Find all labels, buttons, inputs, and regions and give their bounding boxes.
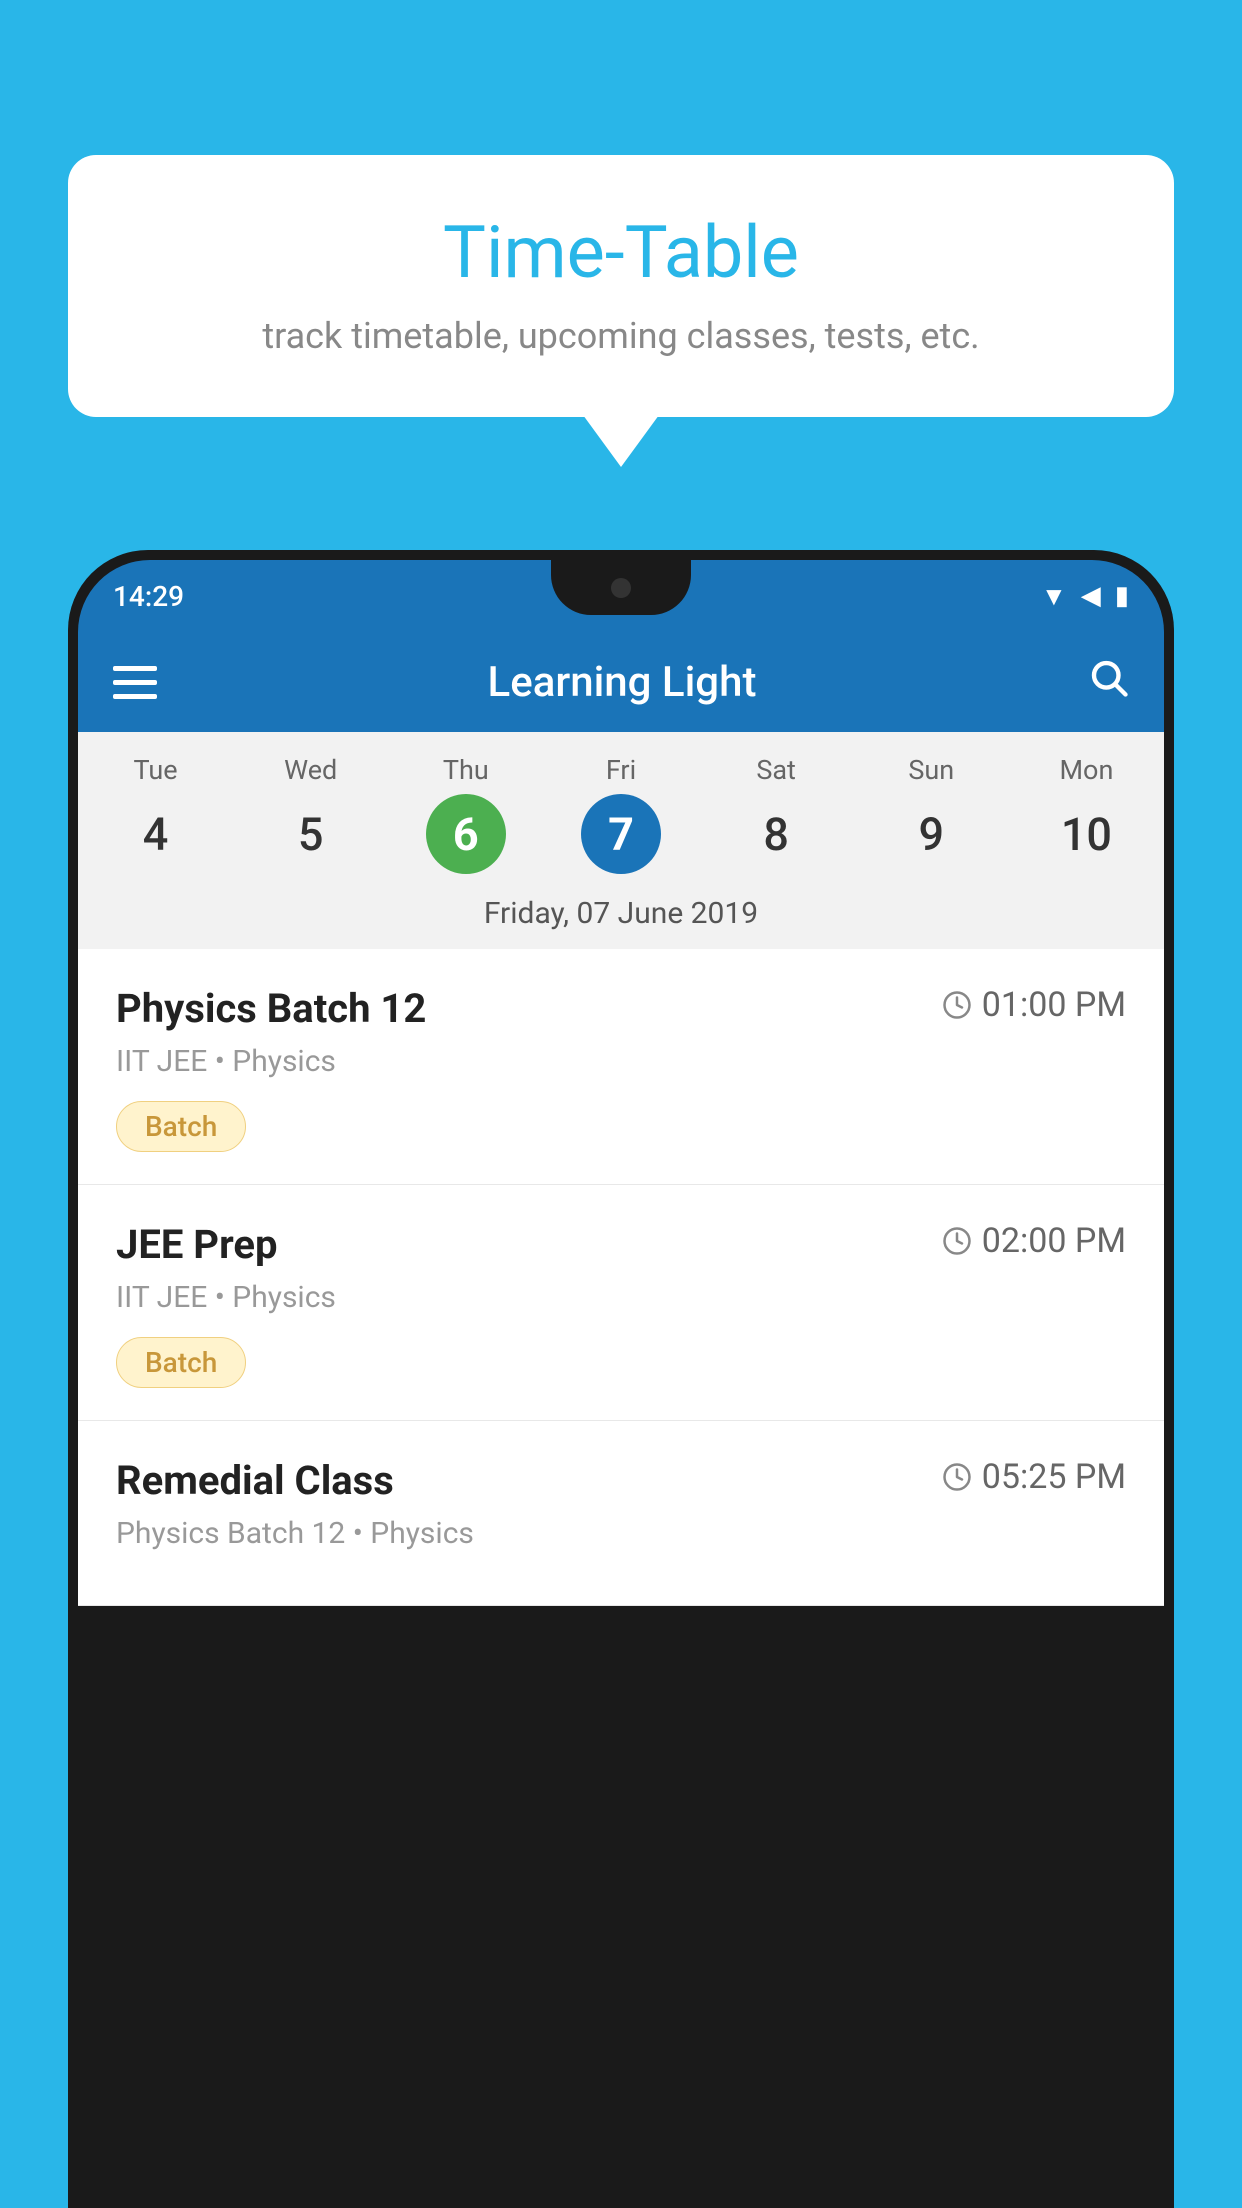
class-meta: IIT JEE • Physics <box>116 1280 1126 1315</box>
tooltip-card: Time-Table track timetable, upcoming cla… <box>68 155 1174 417</box>
calendar-day-7[interactable]: Fri 7 <box>543 754 698 874</box>
phone-inner: 14:29 ▼ ◀ ▮ Learning Light <box>78 560 1164 2208</box>
day-number: 4 <box>116 794 196 874</box>
tooltip-title: Time-Table <box>128 210 1114 295</box>
search-button[interactable] <box>1087 656 1129 709</box>
phone-frame: 14:29 ▼ ◀ ▮ Learning Light <box>68 550 1174 2208</box>
signal-icon: ◀ <box>1081 581 1101 611</box>
notch <box>551 560 691 615</box>
selected-date-label: Friday, 07 June 2019 <box>78 882 1164 949</box>
hamburger-menu-icon[interactable] <box>113 666 157 699</box>
class-time: 01:00 PM <box>942 985 1126 1025</box>
calendar-day-9[interactable]: Sun 9 <box>854 754 1009 874</box>
day-number: 9 <box>891 794 971 874</box>
class-name: JEE Prep <box>116 1221 277 1268</box>
clock-icon <box>942 1226 972 1256</box>
day-name: Sun <box>854 754 1009 786</box>
day-number: 5 <box>271 794 351 874</box>
camera-dot <box>611 578 631 598</box>
app-bar: Learning Light <box>78 632 1164 732</box>
battery-icon: ▮ <box>1115 581 1129 611</box>
app-title: Learning Light <box>488 658 757 707</box>
class-meta: IIT JEE • Physics <box>116 1044 1126 1079</box>
days-header: Tue 4 Wed 5 Thu 6 Fri 7 Sat 8 Sun 9 Mon 10 <box>78 732 1164 882</box>
batch-badge: Batch <box>116 1337 246 1388</box>
tooltip-subtitle: track timetable, upcoming classes, tests… <box>128 315 1114 357</box>
day-number: 7 <box>581 794 661 874</box>
calendar-day-4[interactable]: Tue 4 <box>78 754 233 874</box>
calendar-day-10[interactable]: Mon 10 <box>1009 754 1164 874</box>
status-bar: 14:29 ▼ ◀ ▮ <box>78 560 1164 632</box>
clock-icon <box>942 1462 972 1492</box>
wifi-icon: ▼ <box>1041 581 1067 612</box>
day-name: Wed <box>233 754 388 786</box>
day-name: Thu <box>388 754 543 786</box>
day-name: Tue <box>78 754 233 786</box>
class-time: 02:00 PM <box>942 1221 1126 1261</box>
class-name: Remedial Class <box>116 1457 394 1504</box>
calendar-day-5[interactable]: Wed 5 <box>233 754 388 874</box>
class-card-0[interactable]: Physics Batch 12 01:00 PM IIT JEE • Physi… <box>78 949 1164 1185</box>
classes-list: Physics Batch 12 01:00 PM IIT JEE • Physi… <box>78 949 1164 1606</box>
class-card-1[interactable]: JEE Prep 02:00 PM IIT JEE • Physics Batch <box>78 1185 1164 1421</box>
batch-badge: Batch <box>116 1101 246 1152</box>
status-icons: ▼ ◀ ▮ <box>1041 581 1129 612</box>
day-name: Fri <box>543 754 698 786</box>
status-time: 14:29 <box>113 580 184 613</box>
calendar-section: Tue 4 Wed 5 Thu 6 Fri 7 Sat 8 Sun 9 Mon 10 Friday, 07… <box>78 732 1164 949</box>
class-time: 05:25 PM <box>942 1457 1126 1497</box>
day-number: 10 <box>1046 794 1126 874</box>
day-name: Mon <box>1009 754 1164 786</box>
day-number: 8 <box>736 794 816 874</box>
clock-icon <box>942 990 972 1020</box>
class-meta: Physics Batch 12 • Physics <box>116 1516 1126 1551</box>
class-name: Physics Batch 12 <box>116 985 426 1032</box>
calendar-day-6[interactable]: Thu 6 <box>388 754 543 874</box>
day-number: 6 <box>426 794 506 874</box>
calendar-day-8[interactable]: Sat 8 <box>699 754 854 874</box>
day-name: Sat <box>699 754 854 786</box>
class-card-2[interactable]: Remedial Class 05:25 PM Physics Batch 12 … <box>78 1421 1164 1606</box>
